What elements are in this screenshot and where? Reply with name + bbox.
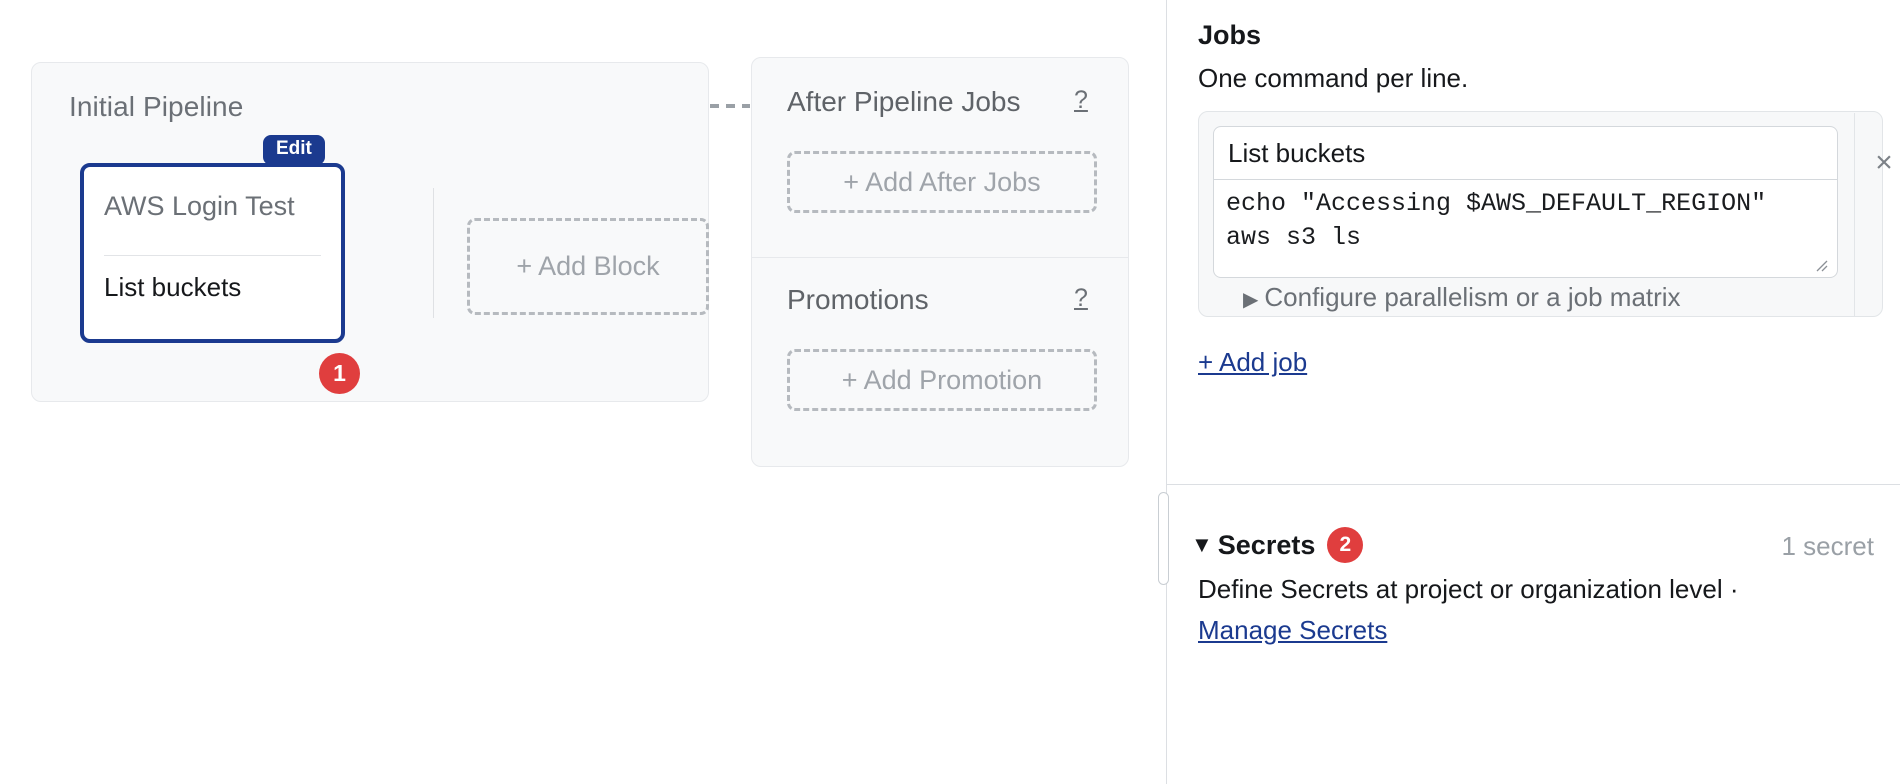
secrets-description: Define Secrets at project or organizatio…: [1198, 574, 1739, 604]
add-after-jobs-button[interactable]: + Add After Jobs: [787, 151, 1097, 213]
block-name-label: AWS Login Test: [104, 191, 295, 221]
secrets-title: Secrets: [1217, 529, 1316, 560]
panel-section-divider: [1167, 484, 1900, 485]
secrets-count-label: 1 secret: [1781, 531, 1875, 561]
promotions-help-icon[interactable]: ?: [1074, 284, 1088, 313]
panel-scrollbar-thumb[interactable]: [1158, 492, 1169, 585]
remove-job-close-icon[interactable]: ×: [1863, 142, 1900, 184]
edit-block-button[interactable]: Edit: [263, 135, 325, 165]
pipeline-connector-dashed: [710, 104, 750, 108]
add-promotion-button[interactable]: + Add Promotion: [787, 349, 1097, 411]
job-editor-card: × ▶Configure parallelism or a job matrix: [1198, 111, 1893, 317]
job-card-divider: [1854, 113, 1855, 317]
chevron-right-icon: ▶: [1243, 289, 1259, 311]
promotions-title: Promotions: [787, 284, 929, 315]
step-marker-1: 1: [319, 353, 360, 394]
secrets-checkbox-list: 3 awskey sshkeys: [1198, 656, 1598, 756]
workflow-canvas: Initial Pipeline AWS Login Test List buc…: [0, 0, 1165, 784]
job-editor-fields: [1213, 126, 1838, 278]
job-name-input[interactable]: [1214, 127, 1837, 180]
add-block-button[interactable]: + Add Block: [467, 218, 709, 315]
block-column-divider: [433, 188, 434, 318]
manage-secrets-link[interactable]: Manage Secrets: [1198, 615, 1387, 646]
config-side-panel: Jobs One command per line. × ▶Configure …: [1158, 0, 1900, 784]
secrets-section-toggle[interactable]: ▼ Secrets 2: [1191, 527, 1364, 563]
block-separator: [104, 255, 321, 256]
add-job-link[interactable]: + Add job: [1198, 347, 1307, 378]
after-pipeline-card: After Pipeline Jobs ? + Add After Jobs P…: [751, 57, 1129, 467]
jobs-section-subtitle: One command per line.: [1198, 63, 1469, 93]
after-card-section-divider: [752, 257, 1128, 258]
job-commands-textarea[interactable]: [1214, 181, 1837, 277]
configure-parallelism-toggle[interactable]: ▶ Configure parallelism or a job matrix: [1243, 282, 1681, 313]
after-pipeline-jobs-title: After Pipeline Jobs: [787, 86, 1021, 117]
pipeline-block-aws-login-test[interactable]: AWS Login Test List buckets: [80, 163, 345, 343]
step-marker-2: 2: [1327, 527, 1364, 563]
pipeline-title: Initial Pipeline: [69, 91, 244, 122]
chevron-down-icon: ▼: [1191, 532, 1213, 557]
app-root: Initial Pipeline AWS Login Test List buc…: [0, 0, 1900, 784]
block-job-label: List buckets: [104, 272, 242, 302]
jobs-section-title: Jobs: [1198, 20, 1262, 50]
initial-pipeline-card: Initial Pipeline AWS Login Test List buc…: [31, 62, 709, 402]
pipeline-block-wrapper: AWS Login Test List buckets Edit 1: [80, 135, 360, 394]
configure-parallelism-label: Configure parallelism or a job matrix: [1264, 282, 1681, 312]
after-jobs-help-icon[interactable]: ?: [1074, 86, 1088, 115]
